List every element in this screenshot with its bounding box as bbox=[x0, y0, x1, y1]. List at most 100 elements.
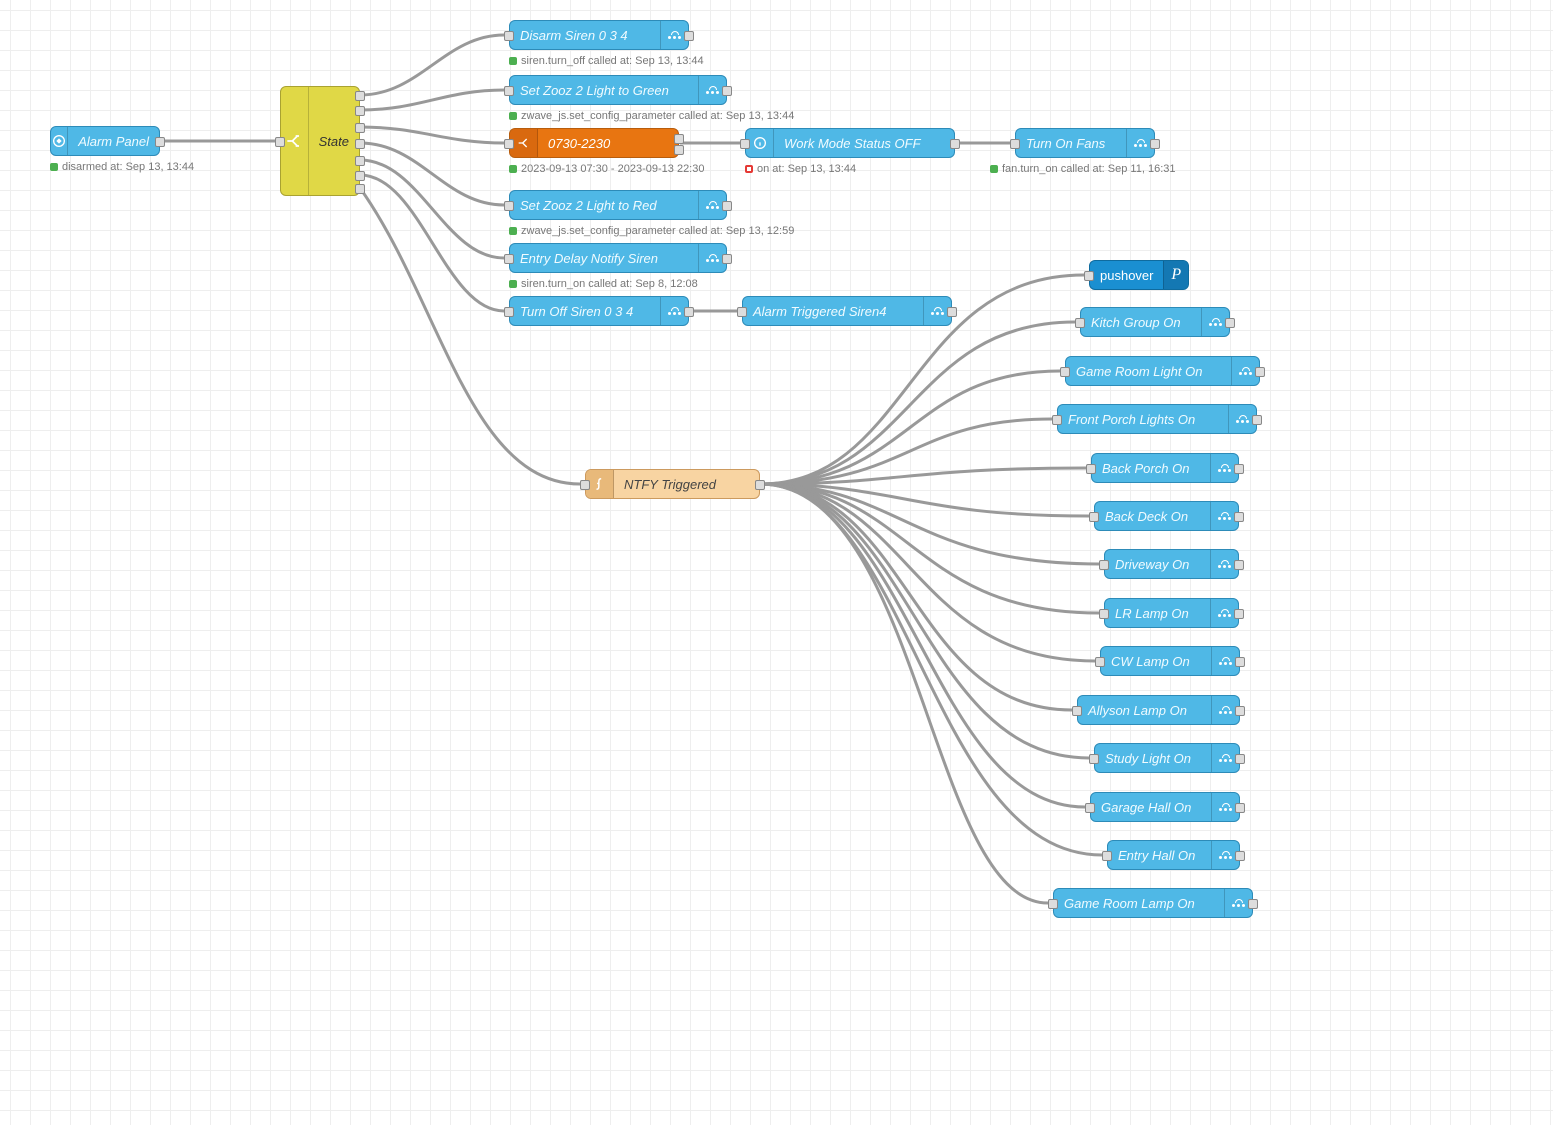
node-label: Kitch Group On bbox=[1081, 315, 1201, 330]
input-port[interactable] bbox=[1089, 754, 1099, 764]
output-port[interactable] bbox=[355, 171, 365, 181]
output-port[interactable] bbox=[355, 123, 365, 133]
output-port[interactable] bbox=[1255, 367, 1265, 377]
node-garage-hall-on[interactable]: Garage Hall On bbox=[1090, 792, 1240, 822]
node-zooz-green[interactable]: Set Zooz 2 Light to Green bbox=[509, 75, 727, 105]
output-port[interactable] bbox=[355, 139, 365, 149]
node-state-switch[interactable]: State bbox=[280, 86, 360, 196]
input-port[interactable] bbox=[1048, 899, 1058, 909]
output-port[interactable] bbox=[1234, 512, 1244, 522]
node-study-light-on[interactable]: Study Light On bbox=[1094, 743, 1240, 773]
output-port[interactable] bbox=[722, 254, 732, 264]
input-port[interactable] bbox=[1102, 851, 1112, 861]
node-back-porch-on[interactable]: Back Porch On bbox=[1091, 453, 1239, 483]
status-zooz-red: zwave_js.set_config_parameter called at:… bbox=[509, 225, 794, 237]
output-port[interactable] bbox=[1252, 415, 1262, 425]
input-port[interactable] bbox=[1089, 512, 1099, 522]
node-label: State bbox=[309, 134, 359, 149]
input-port[interactable] bbox=[504, 254, 514, 264]
output-port[interactable] bbox=[950, 139, 960, 149]
node-alarm-triggered-siren4[interactable]: Alarm Triggered Siren4 bbox=[742, 296, 952, 326]
output-port[interactable] bbox=[1235, 803, 1245, 813]
node-kitch-group-on[interactable]: Kitch Group On bbox=[1080, 307, 1230, 337]
output-port[interactable] bbox=[1235, 851, 1245, 861]
output-port[interactable] bbox=[1235, 657, 1245, 667]
output-port[interactable] bbox=[1234, 464, 1244, 474]
node-label: Game Room Lamp On bbox=[1054, 896, 1224, 911]
node-label: NTFY Triggered bbox=[614, 477, 759, 492]
output-port[interactable] bbox=[1234, 560, 1244, 570]
node-driveway-on[interactable]: Driveway On bbox=[1104, 549, 1239, 579]
node-label: Garage Hall On bbox=[1091, 800, 1211, 815]
input-port[interactable] bbox=[1095, 657, 1105, 667]
input-port[interactable] bbox=[1084, 271, 1094, 281]
input-port[interactable] bbox=[1099, 560, 1109, 570]
output-port[interactable] bbox=[1234, 609, 1244, 619]
output-port[interactable] bbox=[674, 145, 684, 155]
node-work-mode[interactable]: Work Mode Status OFF bbox=[745, 128, 955, 158]
input-port[interactable] bbox=[1099, 609, 1109, 619]
switch-icon bbox=[510, 129, 538, 157]
input-port[interactable] bbox=[740, 139, 750, 149]
output-port[interactable] bbox=[684, 307, 694, 317]
input-port[interactable] bbox=[737, 307, 747, 317]
node-label: 0730-2230 bbox=[538, 136, 678, 151]
output-port[interactable] bbox=[947, 307, 957, 317]
output-port[interactable] bbox=[1235, 706, 1245, 716]
status-zooz-green: zwave_js.set_config_parameter called at:… bbox=[509, 110, 794, 122]
function-icon bbox=[586, 470, 614, 498]
output-port[interactable] bbox=[1225, 318, 1235, 328]
input-port[interactable] bbox=[504, 86, 514, 96]
input-port[interactable] bbox=[1010, 139, 1020, 149]
status-disarm-siren: siren.turn_off called at: Sep 13, 13:44 bbox=[509, 55, 704, 67]
node-label: Alarm Triggered Siren4 bbox=[743, 304, 923, 319]
input-port[interactable] bbox=[1072, 706, 1082, 716]
input-port[interactable] bbox=[1086, 464, 1096, 474]
output-port[interactable] bbox=[355, 91, 365, 101]
node-label: Alarm Panel bbox=[68, 134, 159, 149]
node-label: Back Deck On bbox=[1095, 509, 1210, 524]
output-port[interactable] bbox=[355, 106, 365, 116]
node-cw-lamp-on[interactable]: CW Lamp On bbox=[1100, 646, 1240, 676]
input-port[interactable] bbox=[504, 307, 514, 317]
home-assistant-icon bbox=[51, 127, 68, 155]
output-port[interactable] bbox=[1150, 139, 1160, 149]
node-turn-off-siren[interactable]: Turn Off Siren 0 3 4 bbox=[509, 296, 689, 326]
output-port[interactable] bbox=[355, 156, 365, 166]
node-front-porch-lights-on[interactable]: Front Porch Lights On bbox=[1057, 404, 1257, 434]
output-port[interactable] bbox=[155, 137, 165, 147]
node-ntfy-triggered[interactable]: NTFY Triggered bbox=[585, 469, 760, 499]
input-port[interactable] bbox=[1075, 318, 1085, 328]
node-zooz-red[interactable]: Set Zooz 2 Light to Red bbox=[509, 190, 727, 220]
output-port[interactable] bbox=[684, 31, 694, 41]
node-alarm-panel[interactable]: Alarm Panel bbox=[50, 126, 160, 156]
output-port[interactable] bbox=[1248, 899, 1258, 909]
output-port[interactable] bbox=[355, 184, 365, 194]
node-game-room-light-on[interactable]: Game Room Light On bbox=[1065, 356, 1260, 386]
output-port[interactable] bbox=[755, 480, 765, 490]
node-time-range[interactable]: 0730-2230 bbox=[509, 128, 679, 158]
node-pushover[interactable]: pushover P bbox=[1089, 260, 1189, 290]
output-port[interactable] bbox=[674, 134, 684, 144]
input-port[interactable] bbox=[504, 31, 514, 41]
input-port[interactable] bbox=[580, 480, 590, 490]
input-port[interactable] bbox=[1085, 803, 1095, 813]
input-port[interactable] bbox=[275, 137, 285, 147]
output-port[interactable] bbox=[722, 201, 732, 211]
node-label: Set Zooz 2 Light to Red bbox=[510, 198, 698, 213]
output-port[interactable] bbox=[1235, 754, 1245, 764]
node-lr-lamp-on[interactable]: LR Lamp On bbox=[1104, 598, 1239, 628]
node-game-room-lamp-on[interactable]: Game Room Lamp On bbox=[1053, 888, 1253, 918]
input-port[interactable] bbox=[1060, 367, 1070, 377]
node-allyson-lamp-on[interactable]: Allyson Lamp On bbox=[1077, 695, 1240, 725]
output-port[interactable] bbox=[722, 86, 732, 96]
input-port[interactable] bbox=[1052, 415, 1062, 425]
node-entry-delay[interactable]: Entry Delay Notify Siren bbox=[509, 243, 727, 273]
input-port[interactable] bbox=[504, 139, 514, 149]
node-disarm-siren[interactable]: Disarm Siren 0 3 4 bbox=[509, 20, 689, 50]
node-turn-on-fans[interactable]: Turn On Fans bbox=[1015, 128, 1155, 158]
node-entry-hall-on[interactable]: Entry Hall On bbox=[1107, 840, 1240, 870]
node-back-deck-on[interactable]: Back Deck On bbox=[1094, 501, 1239, 531]
node-label: Front Porch Lights On bbox=[1058, 412, 1228, 427]
input-port[interactable] bbox=[504, 201, 514, 211]
